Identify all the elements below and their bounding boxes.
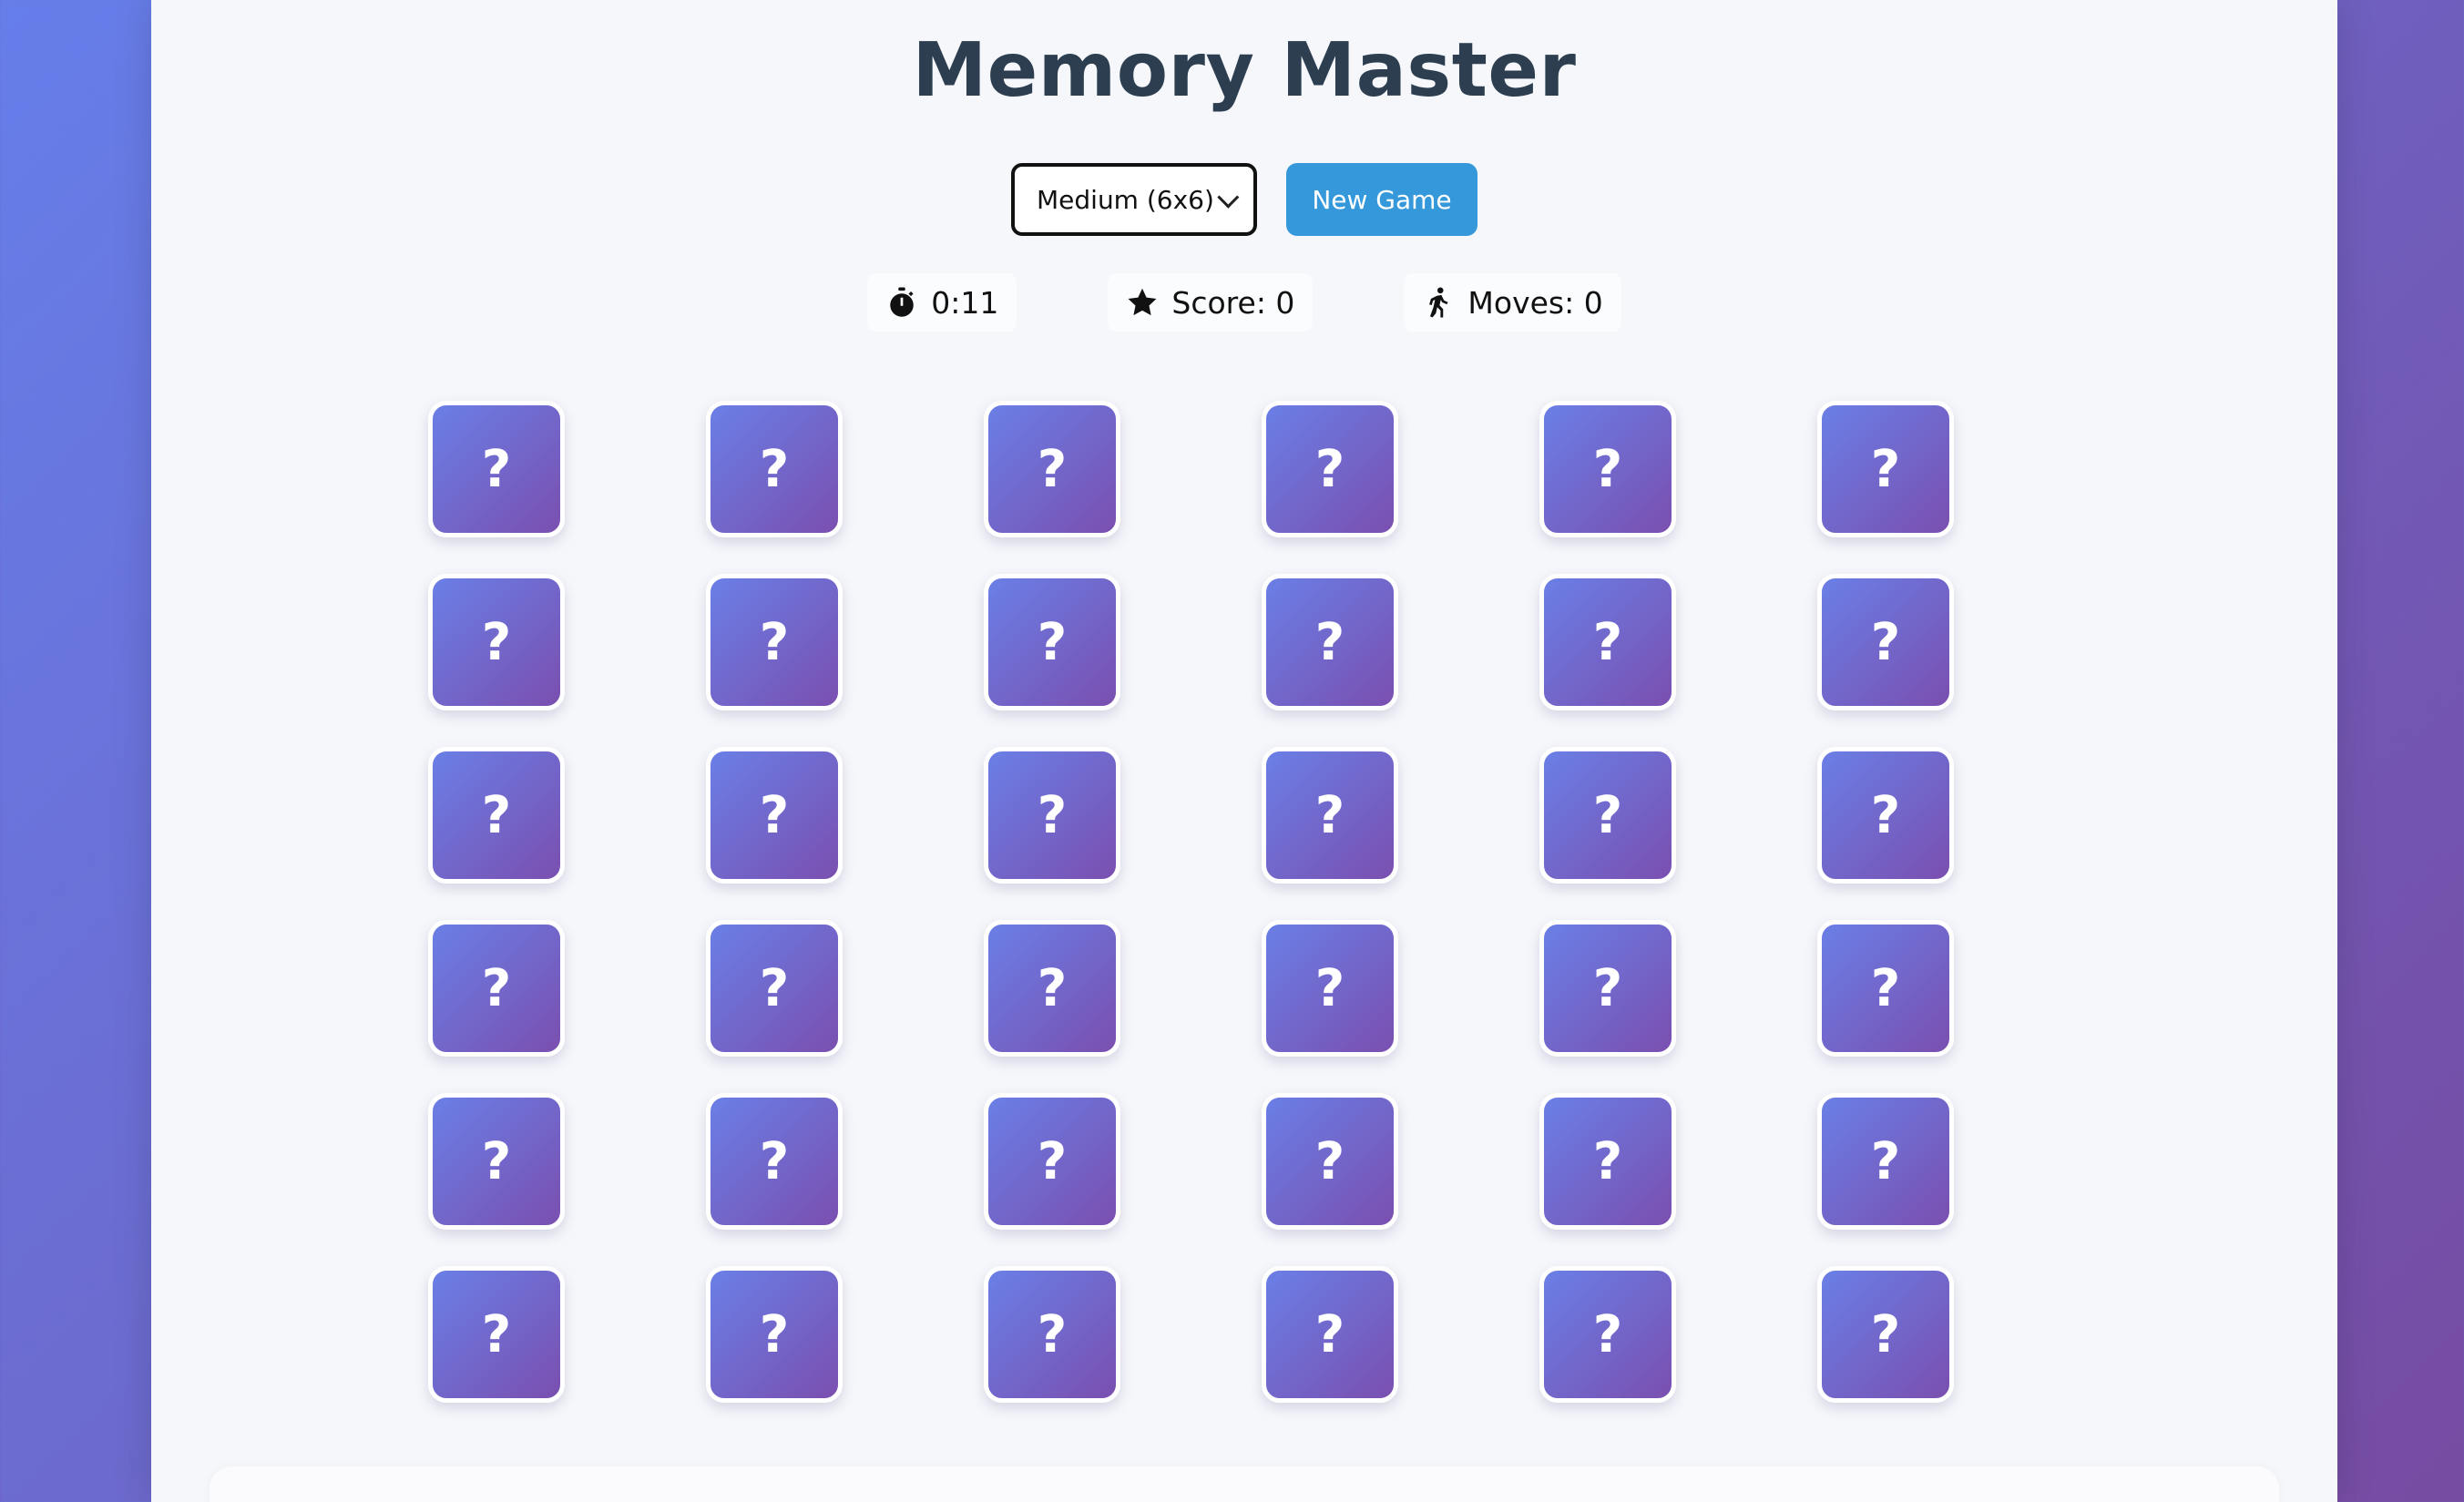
memory-card[interactable]: ? — [1262, 401, 1398, 537]
memory-card[interactable]: ? — [1817, 1093, 1954, 1230]
memory-card[interactable]: ? — [984, 401, 1120, 537]
memory-card[interactable]: ? — [1539, 574, 1676, 710]
score-value: Score: 0 — [1171, 284, 1295, 321]
difficulty-select[interactable]: Medium (6x6) — [1011, 163, 1257, 236]
chevron-down-icon — [1217, 186, 1240, 209]
moves-value: Moves: 0 — [1467, 284, 1603, 321]
memory-card[interactable]: ? — [1817, 401, 1954, 537]
memory-card[interactable]: ? — [428, 1093, 565, 1230]
game-container: Memory Master Medium (6x6) New Game 0:11… — [151, 0, 2337, 1502]
new-game-button[interactable]: New Game — [1286, 163, 1477, 236]
memory-card[interactable]: ? — [984, 1266, 1120, 1403]
memory-card[interactable]: ? — [706, 401, 843, 537]
memory-card[interactable]: ? — [428, 574, 565, 710]
memory-card[interactable]: ? — [1262, 574, 1398, 710]
memory-card[interactable]: ? — [706, 1266, 843, 1403]
moves-stat: Moves: 0 — [1404, 273, 1621, 332]
memory-card[interactable]: ? — [706, 1093, 843, 1230]
score-stat: Score: 0 — [1108, 273, 1314, 332]
stats-bar: 0:11 Score: 0 Moves: 0 — [151, 273, 2337, 332]
memory-card[interactable]: ? — [1262, 920, 1398, 1057]
card-board: ???????????????????????????????????? — [428, 401, 1954, 1403]
memory-card[interactable]: ? — [1539, 1266, 1676, 1403]
difficulty-select-value: Medium (6x6) — [1037, 184, 1214, 215]
memory-card[interactable]: ? — [1539, 401, 1676, 537]
walking-person-icon — [1422, 286, 1455, 319]
memory-card[interactable]: ? — [984, 747, 1120, 884]
memory-card[interactable]: ? — [1817, 920, 1954, 1057]
memory-card[interactable]: ? — [428, 920, 565, 1057]
memory-card[interactable]: ? — [1539, 920, 1676, 1057]
memory-card[interactable]: ? — [706, 747, 843, 884]
controls-bar: Medium (6x6) New Game — [151, 163, 2337, 236]
game-title: Memory Master — [912, 27, 1577, 114]
bottom-panel — [210, 1466, 2279, 1502]
memory-card[interactable]: ? — [1262, 1266, 1398, 1403]
memory-card[interactable]: ? — [984, 1093, 1120, 1230]
memory-card[interactable]: ? — [1817, 747, 1954, 884]
memory-card[interactable]: ? — [1817, 1266, 1954, 1403]
timer-stat: 0:11 — [867, 273, 1017, 332]
stopwatch-icon — [885, 286, 918, 319]
memory-card[interactable]: ? — [428, 401, 565, 537]
memory-card[interactable]: ? — [984, 574, 1120, 710]
memory-card[interactable]: ? — [984, 920, 1120, 1057]
memory-card[interactable]: ? — [706, 920, 843, 1057]
memory-card[interactable]: ? — [428, 747, 565, 884]
memory-card[interactable]: ? — [1817, 574, 1954, 710]
memory-card[interactable]: ? — [706, 574, 843, 710]
timer-value: 0:11 — [931, 284, 999, 321]
memory-card[interactable]: ? — [1539, 1093, 1676, 1230]
memory-card[interactable]: ? — [1262, 1093, 1398, 1230]
memory-card[interactable]: ? — [428, 1266, 565, 1403]
memory-card[interactable]: ? — [1262, 747, 1398, 884]
memory-card[interactable]: ? — [1539, 747, 1676, 884]
star-icon — [1126, 286, 1159, 319]
